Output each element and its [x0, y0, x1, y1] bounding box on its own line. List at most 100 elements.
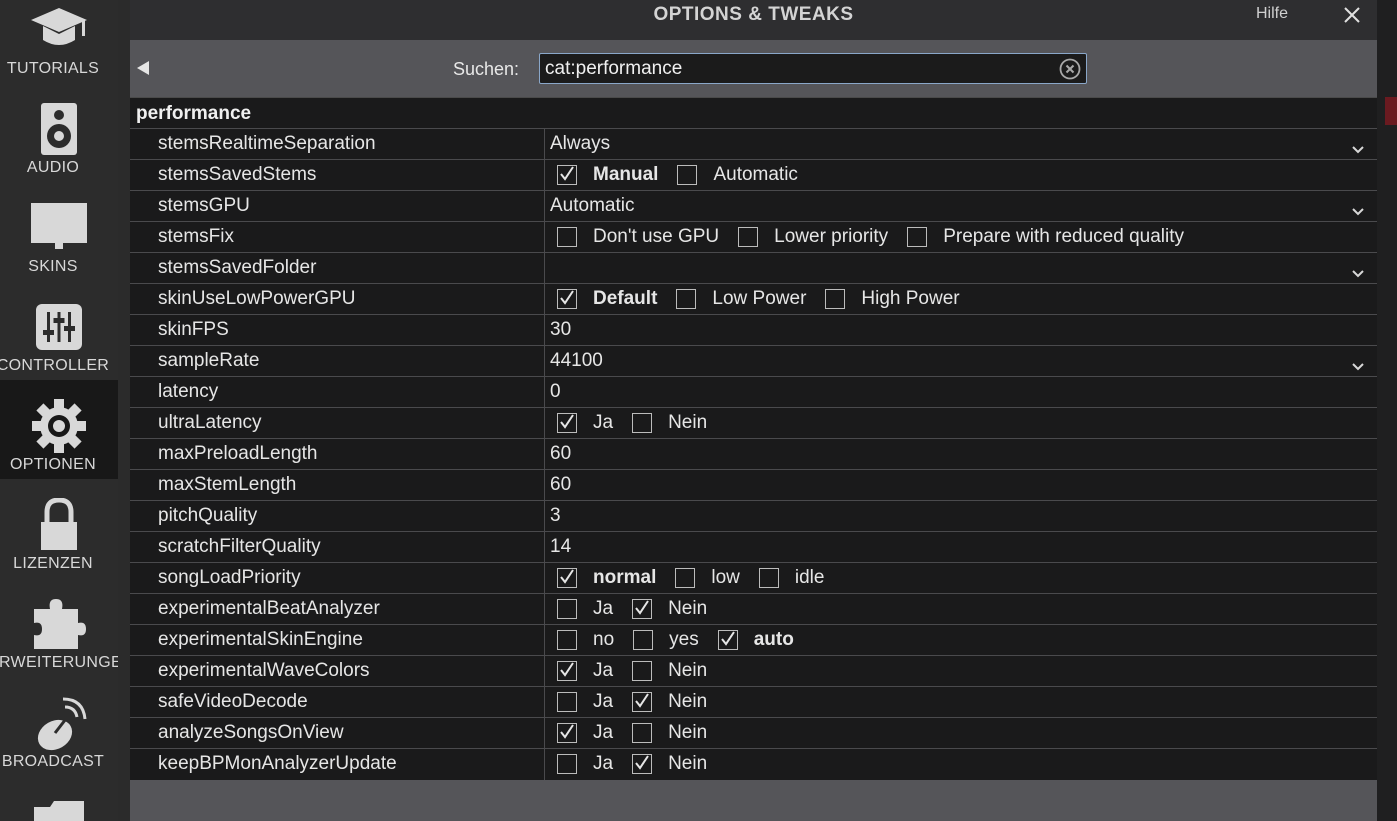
setting-text-field[interactable]: 14	[550, 532, 1377, 562]
checkbox-unchecked[interactable]	[557, 599, 577, 619]
setting-option[interactable]: Lower priority	[731, 226, 888, 248]
option-label: auto	[753, 629, 794, 650]
checkbox-checked[interactable]	[632, 599, 653, 619]
sidebar-item-label: BROADCAST	[1, 753, 105, 770]
setting-option[interactable]: auto	[711, 629, 794, 651]
option-label: Nein	[668, 753, 708, 774]
sidebar-item-controller[interactable]: CONTROLLER	[0, 281, 118, 380]
setting-option[interactable]: Manual	[550, 164, 658, 186]
close-button[interactable]	[1339, 2, 1365, 28]
setting-text-field[interactable]: 30	[550, 315, 1377, 345]
setting-text-field[interactable]: 60	[550, 470, 1377, 500]
help-button[interactable]: Hilfe	[1256, 5, 1288, 23]
setting-value: 14	[550, 536, 572, 557]
setting-option[interactable]: Low Power	[669, 288, 806, 310]
setting-dropdown[interactable]: 44100	[550, 346, 1377, 376]
checkbox-unchecked[interactable]	[633, 630, 654, 650]
setting-option[interactable]: normal	[550, 567, 656, 589]
setting-option[interactable]: Ja	[550, 412, 613, 434]
checkbox-unchecked[interactable]	[557, 227, 577, 247]
sidebar-item-optionen[interactable]: OPTIONEN	[0, 380, 118, 479]
setting-dropdown[interactable]	[550, 253, 1377, 283]
setting-option[interactable]: Default	[550, 288, 657, 310]
setting-row-latency: latency 0	[130, 376, 1377, 408]
option-label: Ja	[593, 412, 614, 433]
checkbox-unchecked[interactable]	[676, 289, 697, 309]
setting-option[interactable]: yes	[626, 629, 699, 651]
checkbox-unchecked[interactable]	[632, 413, 653, 433]
clear-circle-icon	[1059, 58, 1081, 80]
setting-option[interactable]: Nein	[625, 691, 707, 713]
checkbox-unchecked[interactable]	[557, 692, 577, 712]
sidebar-item-broadcast[interactable]: BROADCAST	[0, 677, 118, 776]
checkbox-checked[interactable]	[717, 630, 738, 650]
setting-option[interactable]: Nein	[625, 722, 707, 744]
setting-row-experimentalWaveColors: experimentalWaveColors Ja Nein	[130, 655, 1377, 687]
setting-option[interactable]: High Power	[818, 288, 960, 310]
checkbox-unchecked[interactable]	[632, 723, 653, 743]
setting-dropdown[interactable]: Always	[550, 129, 1377, 159]
sidebar-item-skins[interactable]: SKINS	[0, 182, 118, 281]
setting-options: no yes auto	[550, 625, 1377, 655]
setting-option[interactable]: Nein	[625, 412, 707, 434]
setting-option[interactable]: Nein	[625, 598, 707, 620]
checkbox-checked[interactable]	[632, 692, 653, 712]
setting-value: 60	[550, 474, 572, 495]
setting-text-field[interactable]: 60	[550, 439, 1377, 469]
chevron-down-icon[interactable]	[1351, 356, 1365, 371]
back-button[interactable]	[136, 60, 150, 76]
sidebar-item-audio[interactable]: AUDIO	[0, 83, 118, 182]
setting-text-field[interactable]: 3	[550, 501, 1377, 531]
setting-option[interactable]: Don't use GPU	[550, 226, 719, 248]
column-divider	[544, 129, 545, 160]
column-divider	[544, 718, 545, 749]
sidebar-item-tutorials[interactable]: TUTORIALS	[0, 0, 118, 83]
checkbox-unchecked[interactable]	[738, 227, 759, 247]
checkbox-unchecked[interactable]	[557, 754, 577, 774]
option-label: Automatic	[713, 164, 798, 185]
checkbox-checked[interactable]	[557, 723, 577, 743]
checkbox-unchecked[interactable]	[677, 165, 698, 185]
setting-option[interactable]: Nein	[625, 660, 707, 682]
setting-option[interactable]: Automatic	[670, 164, 798, 186]
setting-option[interactable]: low	[668, 567, 740, 589]
chevron-down-icon[interactable]	[1351, 201, 1365, 216]
setting-row-skinUseLowPowerGPU: skinUseLowPowerGPU Default Low Power High P…	[130, 283, 1377, 315]
checkbox-unchecked[interactable]	[758, 568, 779, 588]
setting-option[interactable]: Nein	[625, 753, 707, 775]
clear-search-button[interactable]	[1059, 58, 1081, 80]
setting-row-maxStemLength: maxStemLength 60	[130, 469, 1377, 501]
checkbox-unchecked[interactable]	[632, 661, 653, 681]
setting-text-field[interactable]: 0	[550, 377, 1377, 407]
setting-dropdown[interactable]: Automatic	[550, 191, 1377, 221]
checkbox-checked[interactable]	[557, 289, 577, 309]
setting-name: stemsSavedStems	[158, 164, 317, 185]
option-label: Manual	[593, 164, 659, 185]
sidebar-item-erweiterungen[interactable]: ERWEITERUNGEN	[0, 578, 118, 677]
setting-name: skinFPS	[158, 319, 229, 340]
checkbox-checked[interactable]	[557, 661, 577, 681]
chevron-down-icon[interactable]	[1351, 139, 1365, 154]
setting-option[interactable]: idle	[752, 567, 824, 589]
sidebar-item-music-folder[interactable]	[0, 776, 118, 821]
chevron-down-icon[interactable]	[1351, 263, 1365, 278]
setting-name: maxPreloadLength	[158, 443, 318, 464]
checkbox-checked[interactable]	[557, 568, 577, 588]
checkbox-unchecked[interactable]	[675, 568, 696, 588]
setting-option[interactable]: Ja	[550, 660, 613, 682]
search-input[interactable]	[545, 54, 1045, 83]
setting-option[interactable]: no	[550, 629, 614, 651]
checkbox-unchecked[interactable]	[557, 630, 577, 650]
checkbox-checked[interactable]	[632, 754, 653, 774]
checkbox-checked[interactable]	[557, 165, 577, 185]
setting-option[interactable]: Ja	[550, 598, 613, 620]
setting-option[interactable]: Ja	[550, 722, 613, 744]
checkbox-checked[interactable]	[557, 413, 577, 433]
checkbox-unchecked[interactable]	[825, 289, 846, 309]
column-divider	[544, 749, 545, 780]
sidebar-item-lizenzen[interactable]: LIZENZEN	[0, 479, 118, 578]
setting-option[interactable]: Ja	[550, 753, 613, 775]
setting-option[interactable]: Ja	[550, 691, 613, 713]
setting-option[interactable]: Prepare with reduced quality	[900, 226, 1184, 248]
checkbox-unchecked[interactable]	[907, 227, 928, 247]
